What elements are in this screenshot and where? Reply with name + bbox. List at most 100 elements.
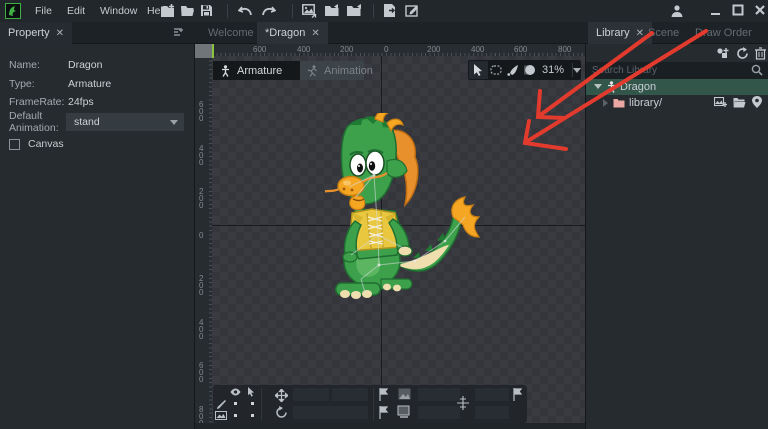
tab-library-label: Library [596, 27, 630, 39]
armature-person-icon [607, 81, 616, 93]
pointer-icon[interactable] [247, 387, 255, 397]
undo-icon[interactable] [238, 6, 253, 17]
sphere-view-icon[interactable] [521, 64, 538, 76]
flag-icon[interactable] [379, 388, 388, 401]
add-image-icon[interactable] [714, 97, 727, 108]
ruler-v-label: 600 [199, 100, 204, 123]
redo-icon[interactable] [261, 6, 276, 17]
export-data-icon[interactable] [383, 3, 397, 18]
menu-edit[interactable]: Edit [67, 5, 85, 17]
tab-draw-order[interactable]: Draw Order [687, 22, 760, 44]
zoom-level-value: 31% [542, 64, 565, 76]
default-animation-label2: Animation: [9, 122, 59, 134]
rotate-tool-icon[interactable] [275, 406, 288, 419]
library-tabbar: Library ✕ Scene Draw Order [585, 22, 768, 44]
ruler-v-label: 400 [199, 318, 204, 341]
animation-run-icon [307, 64, 318, 77]
marquee-tool-icon[interactable] [488, 65, 505, 75]
tab-dragon[interactable]: *Dragon ✕ [257, 22, 328, 44]
flag-icon[interactable] [379, 406, 388, 419]
frame-image-icon[interactable] [398, 388, 411, 400]
ruler-corner-indicator [212, 44, 214, 58]
refresh-icon[interactable] [736, 47, 749, 60]
canvas-checkbox[interactable] [9, 139, 20, 150]
brush-tool-icon[interactable] [504, 64, 521, 76]
type-label: Type: [9, 78, 35, 90]
ruler-corner [195, 44, 212, 58]
save-icon[interactable] [200, 4, 213, 17]
ruler-h-label: 600 [514, 45, 528, 54]
location-pin-icon[interactable] [752, 96, 762, 108]
tab-property[interactable]: Property ✕ [0, 22, 72, 44]
search-input[interactable] [592, 63, 742, 78]
new-project-icon[interactable] [160, 4, 175, 18]
ruler-horizontal: 600 400 200 0 200 400 600 800 [212, 44, 585, 56]
armature-mode-label: Armature [237, 64, 283, 77]
tree-expander-icon[interactable] [594, 84, 602, 89]
panel-pin-icon[interactable] [172, 27, 185, 39]
default-animation-select[interactable]: stand [66, 113, 184, 131]
import-image-icon[interactable] [302, 4, 317, 18]
tab-property-label: Property [8, 27, 50, 39]
edit-project-icon[interactable] [405, 4, 419, 17]
tab-dragon-close-icon[interactable]: ✕ [311, 28, 319, 39]
transform-toolbar [213, 385, 527, 423]
tree-item-library[interactable]: library/ [586, 95, 768, 111]
maximize-button[interactable] [732, 4, 744, 16]
animation-mode-button[interactable]: Animation [300, 61, 373, 80]
toggle-dot[interactable] [234, 402, 237, 405]
tree-item-dragon-label: Dragon [620, 81, 657, 93]
type-value: Armature [68, 78, 112, 90]
open-folder-icon[interactable] [733, 97, 746, 108]
minimize-button[interactable] [710, 6, 722, 16]
default-animation-label: Default [9, 110, 43, 122]
export-library-icon[interactable] [346, 4, 362, 17]
image-mode-icon[interactable] [215, 411, 227, 420]
dragon-character[interactable] [325, 113, 490, 303]
tab-draw-order-label: Draw Order [695, 27, 752, 39]
ruler-vertical: 600 400 200 0 200 400 600 800 [195, 56, 212, 429]
board-icon[interactable] [397, 405, 411, 418]
open-project-icon[interactable] [180, 5, 195, 17]
toggle-dot[interactable] [234, 414, 237, 417]
close-button[interactable] [754, 4, 766, 16]
editor-tabbar: Welcome *Dragon ✕ [195, 22, 585, 44]
ruler-h-label: 800 [558, 45, 572, 54]
chevron-down-icon [170, 120, 178, 125]
chevron-down-icon [573, 67, 582, 73]
name-value: Dragon [68, 59, 103, 71]
tree-expander-icon[interactable] [603, 99, 608, 107]
tab-scene-label: Scene [648, 27, 680, 39]
tab-scene[interactable]: Scene [640, 22, 687, 44]
trash-icon[interactable] [755, 47, 766, 60]
library-panel: Dragon library/ [585, 44, 768, 429]
tree-item-library-label: library/ [629, 97, 663, 109]
visibility-eye-icon[interactable] [230, 388, 241, 396]
framerate-label: FrameRate: [9, 96, 65, 108]
ruler-v-label: 200 [199, 274, 204, 297]
name-label: Name: [9, 59, 40, 71]
ruler-h-label: 200 [427, 45, 441, 54]
tab-welcome[interactable]: Welcome [200, 22, 262, 44]
user-account-icon[interactable] [670, 4, 684, 18]
tab-welcome-label: Welcome [208, 27, 254, 39]
tab-property-close-icon[interactable]: ✕ [56, 28, 64, 39]
flag-icon[interactable] [513, 388, 522, 401]
stage-canvas[interactable]: Armature Animation 31% [212, 56, 585, 423]
toggle-dot[interactable] [251, 414, 254, 417]
menu-window[interactable]: Window [100, 5, 137, 17]
anchor-cross-icon[interactable] [457, 396, 469, 410]
armature-mode-button[interactable]: Armature [213, 61, 300, 80]
animation-mode-label: Animation [324, 64, 373, 77]
import-library-icon[interactable] [324, 4, 340, 17]
menu-file[interactable]: File [35, 5, 52, 17]
move-tool-icon[interactable] [275, 389, 288, 402]
ruler-v-label: 200 [199, 187, 204, 210]
zoom-dropdown-button[interactable] [573, 67, 582, 73]
bone-pen-icon[interactable] [216, 399, 227, 410]
search-icon[interactable] [751, 64, 763, 76]
add-armature-icon[interactable] [716, 47, 730, 60]
select-tool-button[interactable] [469, 61, 488, 79]
toggle-dot[interactable] [251, 402, 254, 405]
tree-item-dragon[interactable]: Dragon [586, 79, 768, 95]
